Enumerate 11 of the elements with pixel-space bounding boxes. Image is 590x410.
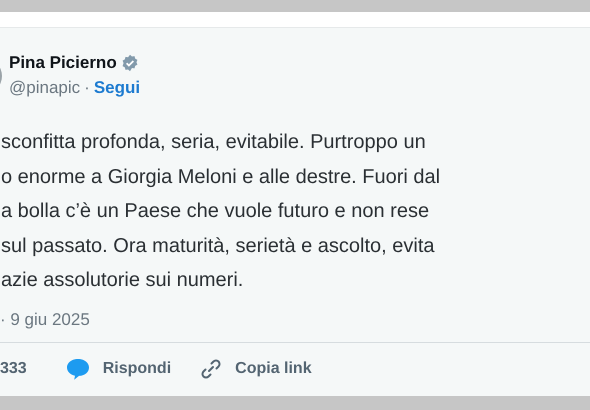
timestamp[interactable]: · 9 giu 2025 bbox=[0, 310, 590, 330]
speech-bubble-icon[interactable] bbox=[64, 357, 91, 382]
like-count[interactable]: 333 bbox=[0, 360, 27, 378]
tweet-text: sconfitta profonda, seria, evitabile. Purtroppo un o enorme a Giorgia Meloni e alle destre. Fuori dal a bolla c’è un Paese che vuole futuro e non rese sul passato. Ora maturità, serietà e ascolto, evita azie assolutorie sui numeri. bbox=[1, 130, 442, 294]
separator: · bbox=[84, 78, 90, 98]
copy-link-label[interactable]: Copia link bbox=[235, 360, 312, 378]
author-handle[interactable]: @pinapic bbox=[9, 78, 80, 98]
author-name[interactable]: Pina Picierno bbox=[9, 53, 117, 74]
reply-label[interactable]: Rispondi bbox=[102, 360, 172, 378]
link-icon[interactable] bbox=[199, 357, 224, 382]
follow-link[interactable]: Segui bbox=[94, 78, 140, 98]
